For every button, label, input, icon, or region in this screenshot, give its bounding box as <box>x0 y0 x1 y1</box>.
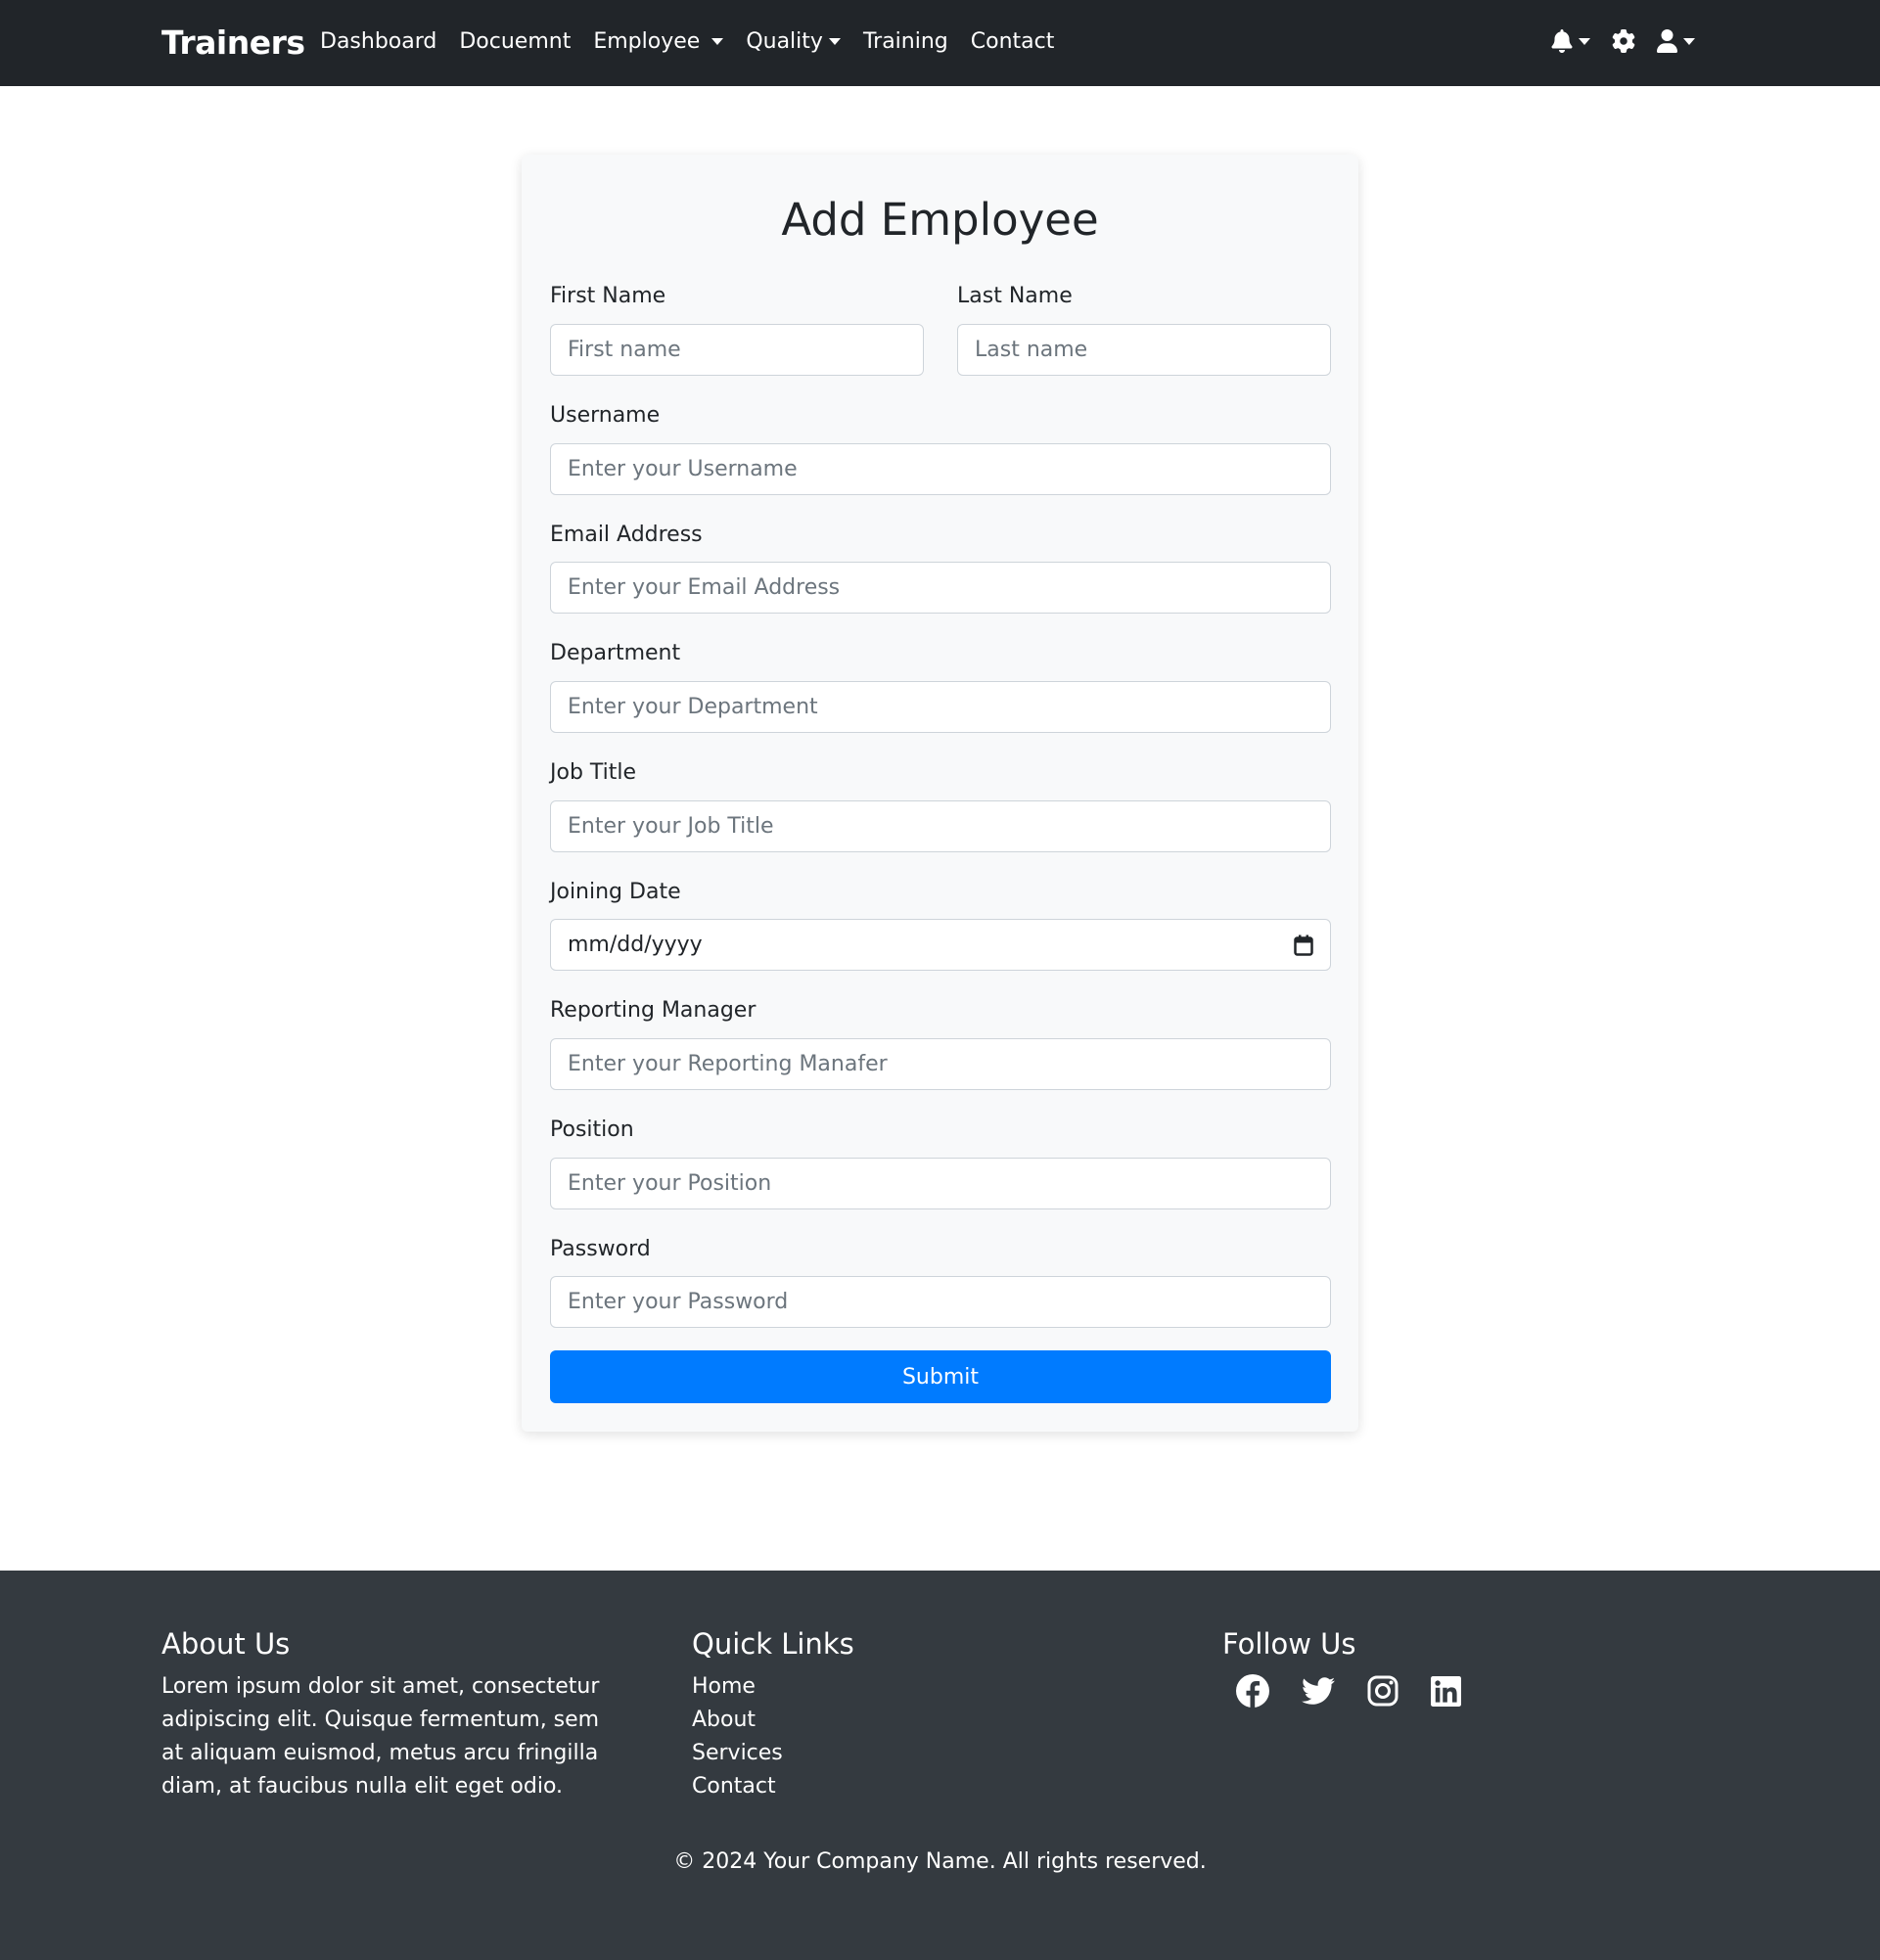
footer-about-heading: About Us <box>161 1627 291 1661</box>
email-label: Email Address <box>550 523 703 547</box>
calendar-icon[interactable] <box>1294 934 1313 956</box>
brand-logo[interactable]: Trainers <box>161 23 305 62</box>
job-title-input[interactable] <box>550 800 1331 852</box>
instagram-icon <box>1367 1675 1399 1707</box>
footer-quick-links-heading: Quick Links <box>692 1627 854 1661</box>
nav-links: Dashboard Docuemnt Employee Quality Trai… <box>320 29 1077 54</box>
footer-links-list: Home About Services Contact <box>692 1670 854 1803</box>
footer-about-text: Lorem ipsum dolor sit amet, consectetur … <box>161 1674 600 1799</box>
reporting-manager-input[interactable] <box>550 1038 1331 1090</box>
footer-follow: Follow Us <box>1222 1627 1493 1708</box>
password-label: Password <box>550 1237 651 1261</box>
gear-icon <box>1612 29 1635 53</box>
nav-link-dashboard[interactable]: Dashboard <box>320 29 436 54</box>
linkedin-icon <box>1431 1675 1461 1707</box>
facebook-icon <box>1236 1674 1269 1708</box>
nav-dropdown-quality[interactable]: Quality <box>746 29 841 54</box>
department-input[interactable] <box>550 681 1331 733</box>
nav-link-contact[interactable]: Contact <box>971 29 1055 54</box>
page-title: Add Employee <box>781 194 1099 246</box>
instagram-link[interactable] <box>1367 1675 1399 1707</box>
email-input[interactable] <box>550 562 1331 614</box>
nav-link-training[interactable]: Training <box>863 29 948 54</box>
username-input[interactable] <box>550 443 1331 495</box>
settings-button[interactable] <box>1612 29 1635 53</box>
footer-link-home[interactable]: Home <box>692 1670 854 1704</box>
twitter-icon <box>1302 1677 1335 1705</box>
notifications-dropdown[interactable] <box>1551 29 1590 53</box>
user-dropdown[interactable] <box>1657 29 1695 53</box>
linkedin-link[interactable] <box>1431 1675 1461 1707</box>
nav-dropdown-quality-label: Quality <box>746 29 823 54</box>
footer-about: About Us Lorem ipsum dolor sit amet, con… <box>161 1627 621 1803</box>
password-input[interactable] <box>550 1276 1331 1328</box>
caret-down-icon <box>711 38 724 45</box>
position-input[interactable] <box>550 1158 1331 1209</box>
twitter-link[interactable] <box>1302 1676 1335 1706</box>
joining-date-placeholder: mm/dd/yyyy <box>568 933 703 957</box>
nav-right-icons <box>1551 29 1695 53</box>
nav-link-document[interactable]: Docuemnt <box>459 29 571 54</box>
joining-date-input[interactable]: mm/dd/yyyy <box>550 919 1331 971</box>
position-label: Position <box>550 1117 634 1142</box>
add-employee-card: Add Employee First Name Last Name Userna… <box>522 155 1358 1432</box>
footer-link-services[interactable]: Services <box>692 1737 854 1770</box>
nav-dropdown-employee-label: Employee <box>593 29 701 54</box>
job-title-label: Job Title <box>550 760 637 785</box>
first-name-label: First Name <box>550 284 666 308</box>
joining-date-label: Joining Date <box>550 880 681 904</box>
footer-link-about[interactable]: About <box>692 1704 854 1737</box>
submit-button[interactable]: Submit <box>550 1350 1331 1403</box>
caret-down-icon <box>1579 37 1590 45</box>
reporting-manager-label: Reporting Manager <box>550 998 757 1023</box>
bell-icon <box>1551 29 1573 53</box>
social-icons <box>1236 1674 1493 1708</box>
footer-link-contact[interactable]: Contact <box>692 1770 854 1803</box>
username-label: Username <box>550 403 661 428</box>
department-label: Department <box>550 641 681 665</box>
last-name-label: Last Name <box>957 284 1073 308</box>
caret-down-icon <box>1683 37 1695 45</box>
footer-quick-links: Quick Links Home About Services Contact <box>692 1627 854 1803</box>
nav-dropdown-employee[interactable]: Employee <box>593 29 724 54</box>
facebook-link[interactable] <box>1236 1674 1269 1708</box>
user-icon <box>1657 29 1677 53</box>
first-name-input[interactable] <box>550 324 924 376</box>
footer: About Us Lorem ipsum dolor sit amet, con… <box>0 1571 1880 1960</box>
footer-follow-heading: Follow Us <box>1222 1627 1356 1661</box>
top-navbar: Trainers Dashboard Docuemnt Employee Qua… <box>0 0 1880 86</box>
caret-down-icon <box>828 38 841 45</box>
last-name-input[interactable] <box>957 324 1331 376</box>
copyright-text: © 2024 Your Company Name. All rights res… <box>673 1849 1207 1874</box>
